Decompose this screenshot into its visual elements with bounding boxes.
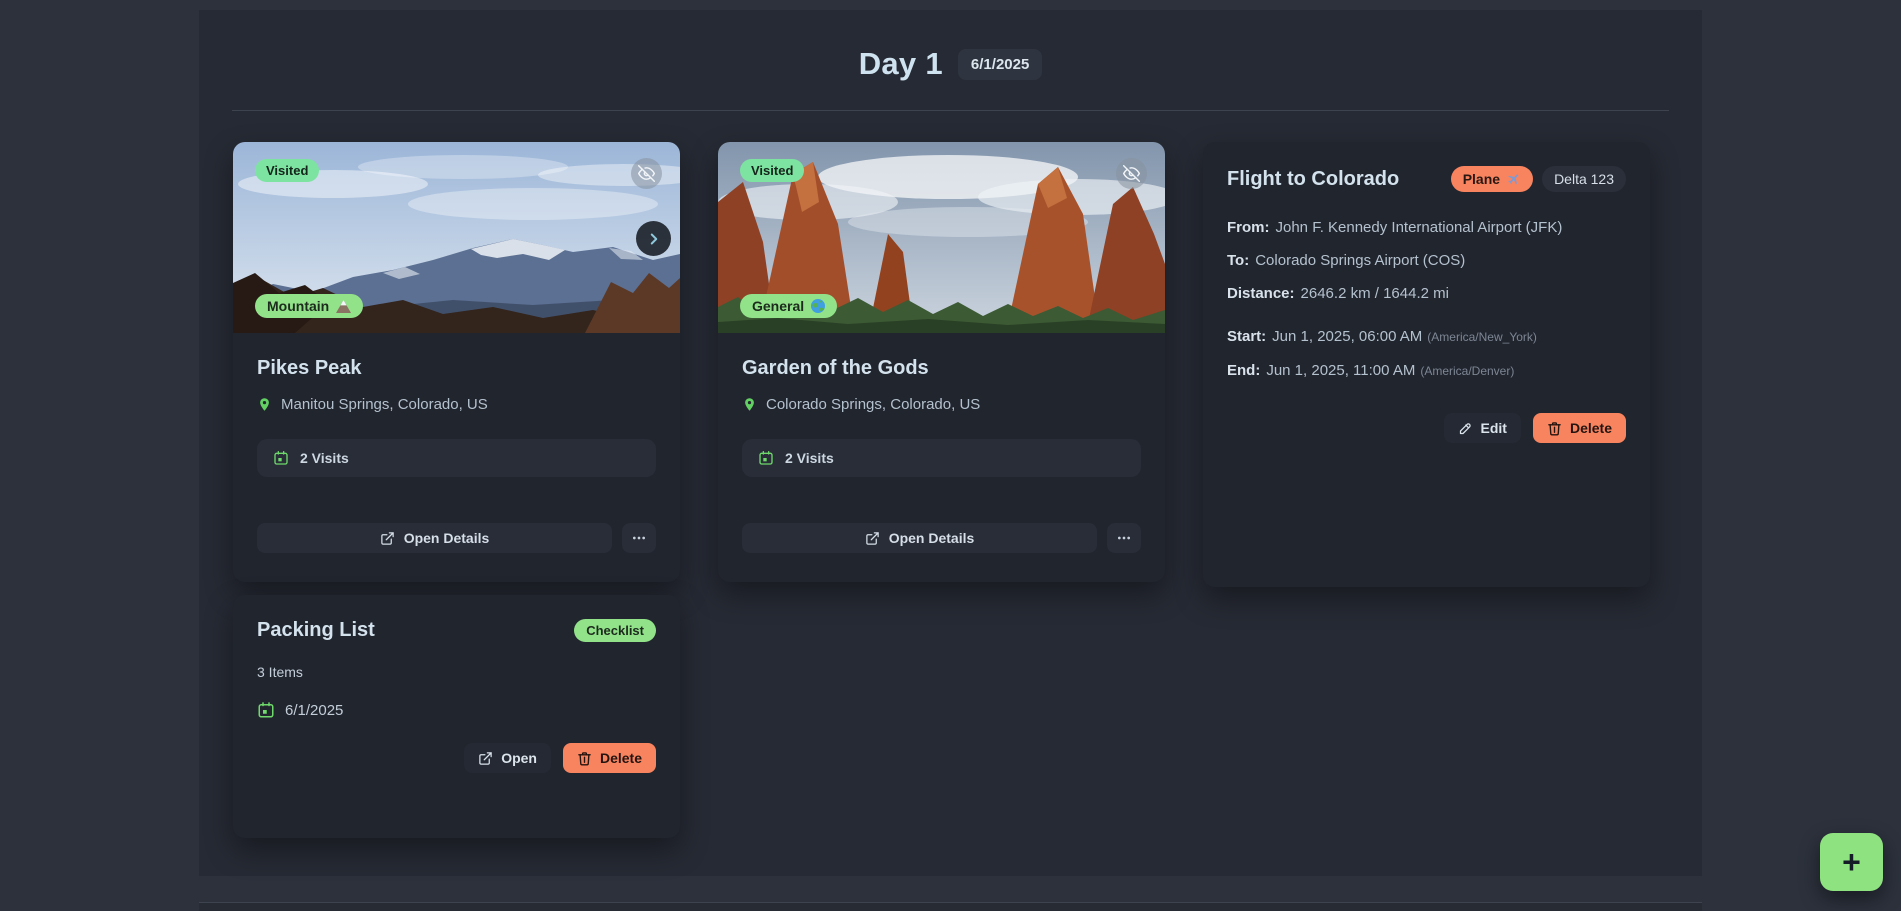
items-count: 3 Items xyxy=(257,664,656,680)
flight-end-row: End: Jun 1, 2025, 11:00 AM (America/Denver… xyxy=(1227,361,1626,381)
ellipsis-icon xyxy=(631,530,647,546)
edit-button[interactable]: Edit xyxy=(1444,413,1521,443)
distance-value: 2646.2 km / 1644.2 mi xyxy=(1301,285,1449,302)
map-pin-icon xyxy=(742,397,757,412)
open-details-button[interactable]: Open Details xyxy=(742,523,1097,553)
flight-to-row: To: Colorado Springs Airport (COS) xyxy=(1227,251,1626,270)
place-photo[interactable]: Visited Mountain xyxy=(233,142,680,333)
add-item-button[interactable]: + xyxy=(1820,833,1883,891)
flight-distance-row: Distance: 2646.2 km / 1644.2 mi xyxy=(1227,284,1626,303)
flight-number-badge: Delta 123 xyxy=(1542,166,1626,192)
place-card-pikes-peak: Visited Mountain Pikes Peak Manitou Spri… xyxy=(233,142,680,582)
visited-badge: Visited xyxy=(255,159,319,182)
open-details-button[interactable]: Open Details xyxy=(257,523,612,553)
external-link-icon xyxy=(865,531,880,546)
globe-emoji-icon xyxy=(811,299,825,313)
flight-title: Flight to Colorado xyxy=(1227,166,1399,191)
calendar-icon xyxy=(758,450,774,466)
external-link-icon xyxy=(380,531,395,546)
chevron-right-icon xyxy=(645,230,663,248)
external-link-icon xyxy=(478,751,493,766)
delete-button[interactable]: Delete xyxy=(1533,413,1626,443)
transport-type-badge: Plane xyxy=(1451,166,1533,192)
place-location: Manitou Springs, Colorado, US xyxy=(281,396,488,413)
place-photo[interactable]: Visited General xyxy=(718,142,1165,333)
category-label: Mountain xyxy=(267,298,329,314)
day-header: Day 1 6/1/2025 xyxy=(199,46,1702,82)
from-value: John F. Kennedy International Airport (J… xyxy=(1276,219,1563,236)
checklist-date-row: 6/1/2025 xyxy=(257,701,656,719)
flight-card: Flight to Colorado Plane Delta 123 From:… xyxy=(1203,142,1650,587)
next-section-edge xyxy=(199,903,1702,911)
trash-icon xyxy=(577,751,592,766)
visibility-toggle-button[interactable] xyxy=(631,158,662,189)
delete-label: Delete xyxy=(600,750,642,766)
edit-label: Edit xyxy=(1481,420,1507,436)
end-value: Jun 1, 2025, 11:00 AM xyxy=(1266,362,1415,379)
mountain-emoji-icon xyxy=(336,300,351,313)
start-label: Start: xyxy=(1227,328,1266,345)
checklist-date: 6/1/2025 xyxy=(285,702,343,719)
eye-off-icon xyxy=(1123,165,1140,182)
calendar-icon xyxy=(273,450,289,466)
checklist-title: Packing List xyxy=(257,619,375,642)
delete-label: Delete xyxy=(1570,420,1612,436)
next-image-button[interactable] xyxy=(636,221,671,256)
checklist-badge: Checklist xyxy=(574,619,656,642)
start-timezone: (America/New_York) xyxy=(1427,330,1537,344)
end-label: End: xyxy=(1227,362,1260,379)
place-location: Colorado Springs, Colorado, US xyxy=(766,396,980,413)
flight-start-row: Start: Jun 1, 2025, 06:00 AM (America/New_… xyxy=(1227,327,1626,347)
end-timezone: (America/Denver) xyxy=(1420,364,1514,378)
from-label: From: xyxy=(1227,219,1270,236)
place-title: Garden of the Gods xyxy=(742,357,1141,380)
trash-icon xyxy=(1547,421,1562,436)
category-badge: General xyxy=(740,294,837,318)
visits-count: 2 Visits xyxy=(300,450,349,466)
open-checklist-button[interactable]: Open xyxy=(464,743,551,773)
visits-panel: 2 Visits xyxy=(742,439,1141,477)
open-label: Open xyxy=(501,750,537,766)
visits-panel: 2 Visits xyxy=(257,439,656,477)
map-pin-icon xyxy=(257,397,272,412)
day-date-badge: 6/1/2025 xyxy=(958,49,1042,80)
open-details-label: Open Details xyxy=(889,530,975,546)
category-badge: Mountain xyxy=(255,294,363,318)
more-options-button[interactable] xyxy=(1107,523,1141,553)
to-label: To: xyxy=(1227,252,1249,269)
place-card-garden-of-the-gods: Visited General Garden of the Gods Color… xyxy=(718,142,1165,582)
distance-label: Distance: xyxy=(1227,285,1295,302)
ellipsis-icon xyxy=(1116,530,1132,546)
place-title: Pikes Peak xyxy=(257,357,656,380)
transport-type-label: Plane xyxy=(1463,171,1500,187)
open-details-label: Open Details xyxy=(404,530,490,546)
plus-icon: + xyxy=(1842,846,1861,878)
category-label: General xyxy=(752,298,804,314)
delete-checklist-button[interactable]: Delete xyxy=(563,743,656,773)
more-options-button[interactable] xyxy=(622,523,656,553)
plane-emoji-icon xyxy=(1504,169,1524,189)
visited-badge: Visited xyxy=(740,159,804,182)
checklist-card: Packing List Checklist 3 Items 6/1/2025 … xyxy=(233,595,680,838)
calendar-icon xyxy=(257,701,275,719)
visits-count: 2 Visits xyxy=(785,450,834,466)
header-divider xyxy=(232,110,1669,111)
day-title: Day 1 xyxy=(859,46,943,82)
flight-from-row: From: John F. Kennedy International Airpo… xyxy=(1227,218,1626,237)
edit-icon xyxy=(1458,421,1473,436)
start-value: Jun 1, 2025, 06:00 AM xyxy=(1272,328,1422,345)
eye-off-icon xyxy=(638,165,655,182)
visibility-toggle-button[interactable] xyxy=(1116,158,1147,189)
to-value: Colorado Springs Airport (COS) xyxy=(1255,252,1465,269)
